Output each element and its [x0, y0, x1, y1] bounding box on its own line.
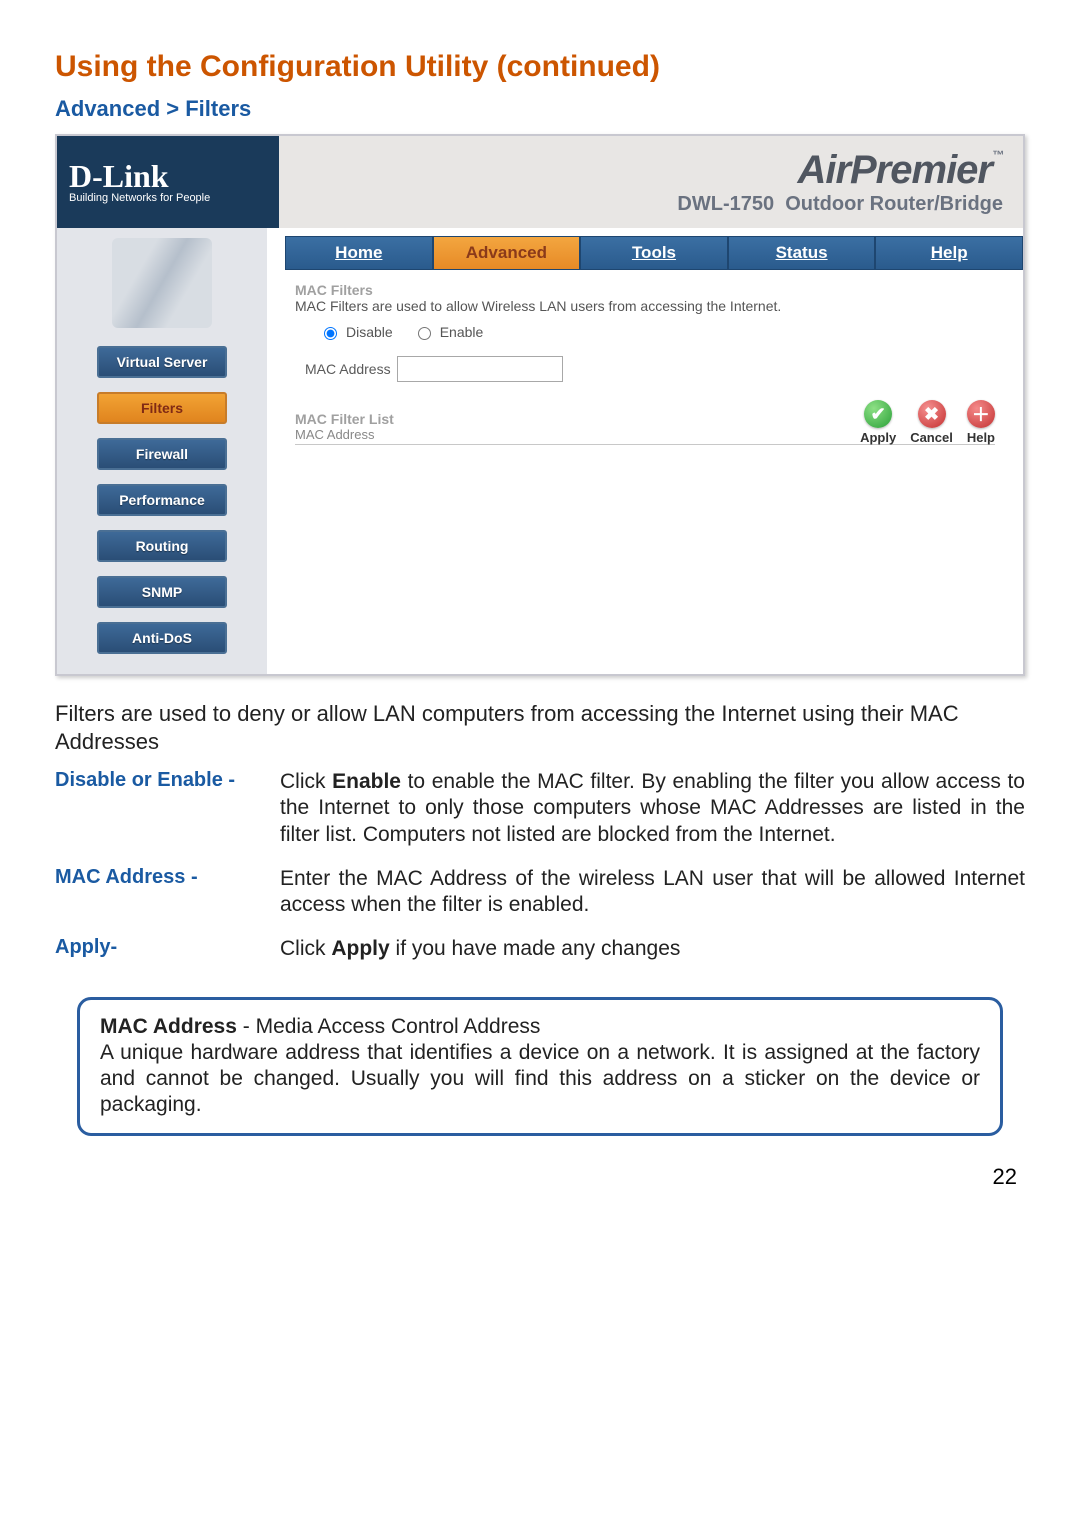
disable-radio[interactable]: [324, 327, 337, 340]
def-disable-enable-label: Disable or Enable -: [55, 769, 280, 848]
help-button[interactable]: ＋ Help: [967, 400, 995, 445]
def-mac-address-text: Enter the MAC Address of the wireless LA…: [280, 866, 1025, 919]
main-panel: Home Advanced Tools Status Help MAC Filt…: [267, 228, 1023, 674]
sidebar-item-snmp[interactable]: SNMP: [97, 576, 227, 608]
mac-filters-description: MAC Filters are used to allow Wireless L…: [295, 298, 995, 314]
tab-status[interactable]: Status: [728, 236, 876, 270]
check-icon: ✔: [864, 400, 892, 428]
page-number: 22: [55, 1164, 1025, 1190]
breadcrumb: Advanced > Filters: [55, 96, 1025, 122]
sidebar-item-routing[interactable]: Routing: [97, 530, 227, 562]
sidebar-item-virtual-server[interactable]: Virtual Server: [97, 346, 227, 378]
sidebar-item-anti-dos[interactable]: Anti-DoS: [97, 622, 227, 654]
definitions: Disable or Enable - Click Enable to enab…: [55, 769, 1025, 963]
mac-address-input[interactable]: [397, 356, 563, 382]
intro-paragraph: Filters are used to deny or allow LAN co…: [55, 700, 1025, 755]
page-title: Using the Configuration Utility (continu…: [55, 50, 1025, 84]
logo-tagline: Building Networks for People: [69, 192, 279, 204]
mac-address-label: MAC Address: [305, 361, 391, 377]
def-mac-address-label: MAC Address -: [55, 866, 280, 919]
enable-label: Enable: [440, 324, 484, 340]
sidebar-item-filters[interactable]: Filters: [97, 392, 227, 424]
sidebar-item-performance[interactable]: Performance: [97, 484, 227, 516]
plus-icon: ＋: [967, 400, 995, 428]
tab-help[interactable]: Help: [875, 236, 1023, 270]
mac-address-info-box: MAC Address - Media Access Control Addre…: [77, 997, 1003, 1136]
enable-radio[interactable]: [418, 327, 431, 340]
tab-home[interactable]: Home: [285, 236, 433, 270]
logo-panel: D-Link Building Networks for People: [57, 136, 279, 228]
mac-filters-heading: MAC Filters: [295, 282, 995, 298]
tab-bar: Home Advanced Tools Status Help: [285, 236, 1023, 270]
filter-mode-radio-group: Disable Enable: [319, 324, 995, 340]
def-apply-text: Click Apply if you have made any changes: [280, 936, 680, 962]
disable-label: Disable: [346, 324, 393, 340]
logo-text: D-Link: [69, 160, 279, 192]
brand-title: AirPremier™: [797, 148, 1003, 193]
def-disable-enable-text: Click Enable to enable the MAC filter. B…: [280, 769, 1025, 848]
router-screenshot: D-Link Building Networks for People AirP…: [55, 134, 1025, 676]
sidebar: Virtual Server Filters Firewall Performa…: [57, 228, 267, 674]
brand-subtitle: DWL-1750 Outdoor Router/Bridge: [677, 193, 1003, 216]
cancel-button[interactable]: ✖ Cancel: [910, 400, 953, 445]
tab-advanced[interactable]: Advanced: [433, 236, 581, 270]
device-image: [112, 238, 212, 328]
x-icon: ✖: [918, 400, 946, 428]
brand-panel: AirPremier™ DWL-1750 Outdoor Router/Brid…: [279, 136, 1023, 228]
tab-tools[interactable]: Tools: [580, 236, 728, 270]
def-apply-label: Apply-: [55, 936, 280, 962]
apply-button[interactable]: ✔ Apply: [860, 400, 896, 445]
sidebar-item-firewall[interactable]: Firewall: [97, 438, 227, 470]
